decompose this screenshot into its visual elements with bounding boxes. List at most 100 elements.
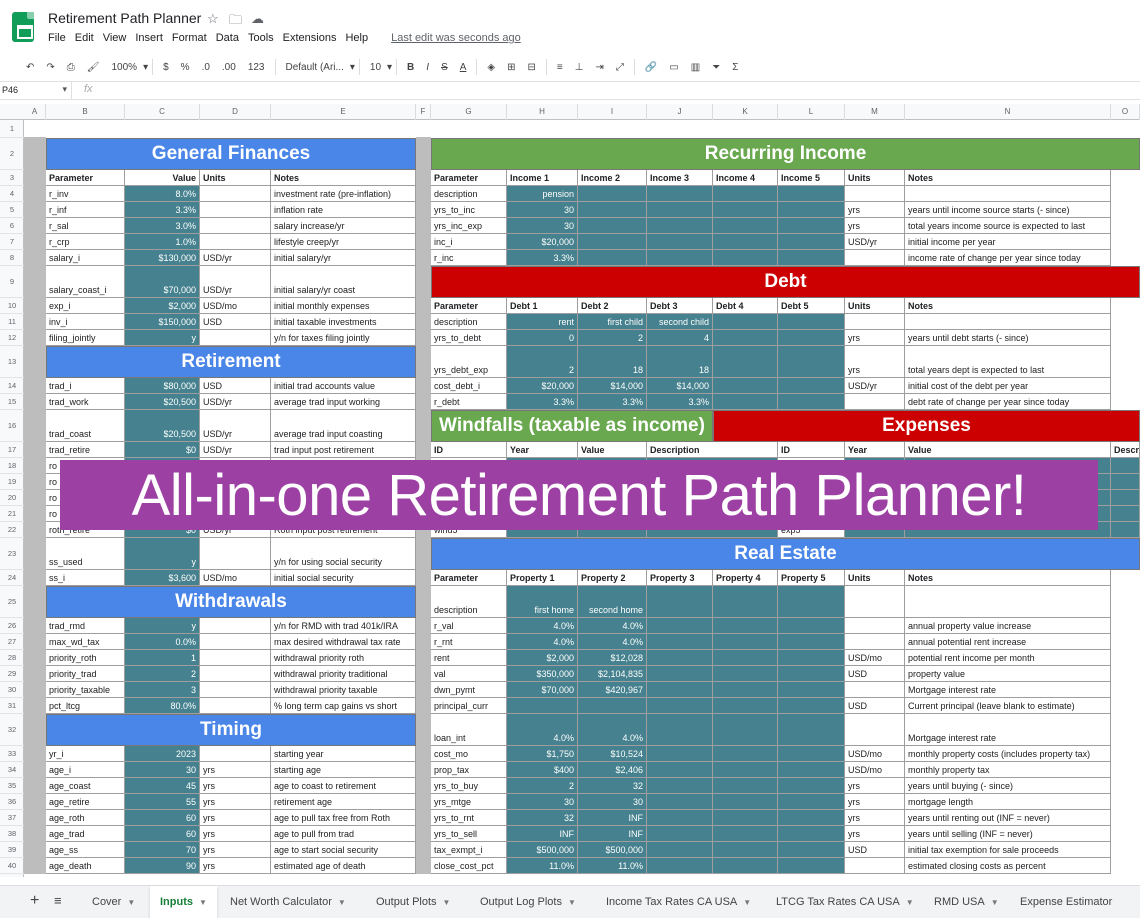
notes-cell[interactable]: age to pull from trad bbox=[271, 826, 416, 842]
value-cell[interactable]: $20,500 bbox=[125, 394, 200, 410]
value-cell[interactable]: 4.0% bbox=[507, 618, 578, 634]
notes-cell[interactable]: trad input post retirement bbox=[271, 442, 416, 458]
parameter-cell[interactable]: rent bbox=[431, 650, 507, 666]
notes-cell[interactable]: potential rent income per month bbox=[905, 650, 1111, 666]
value-cell[interactable] bbox=[778, 714, 845, 746]
notes-cell[interactable]: withdrawal priority traditional bbox=[271, 666, 416, 682]
table-header-cell[interactable]: Income 1 bbox=[507, 170, 578, 186]
merge-cells-icon[interactable]: ⊟ bbox=[522, 62, 542, 73]
notes-cell[interactable]: average trad input working bbox=[271, 394, 416, 410]
units-cell[interactable]: yrs bbox=[845, 346, 905, 378]
table-header-cell[interactable]: Debt 5 bbox=[778, 298, 845, 314]
value-cell[interactable] bbox=[647, 202, 713, 218]
units-cell[interactable]: USD/yr bbox=[200, 266, 271, 298]
notes-cell[interactable]: years until renting out (INF = never) bbox=[905, 810, 1111, 826]
table-header-cell[interactable]: Units bbox=[845, 570, 905, 586]
parameter-cell[interactable]: inv_i bbox=[46, 314, 125, 330]
row-header-16[interactable]: 16 bbox=[0, 410, 24, 442]
table-header-cell[interactable]: Value bbox=[578, 442, 647, 458]
parameter-cell[interactable]: trad_work bbox=[46, 394, 125, 410]
value-cell[interactable]: 55 bbox=[125, 794, 200, 810]
value-cell[interactable]: 18 bbox=[647, 346, 713, 378]
value-cell[interactable] bbox=[713, 682, 778, 698]
value-cell[interactable] bbox=[713, 650, 778, 666]
parameter-cell[interactable]: trad_rmd bbox=[46, 618, 125, 634]
menu-item-data[interactable]: Data bbox=[216, 32, 239, 44]
notes-cell[interactable]: estimated closing costs as percent bbox=[905, 858, 1111, 874]
table-header-cell[interactable]: Value bbox=[905, 442, 1111, 458]
table-header-cell[interactable]: Parameter bbox=[431, 170, 507, 186]
value-cell[interactable]: 45 bbox=[125, 778, 200, 794]
value-cell[interactable] bbox=[578, 250, 647, 266]
notes-cell[interactable]: annual property value increase bbox=[905, 618, 1111, 634]
menu-item-extensions[interactable]: Extensions bbox=[283, 32, 337, 44]
value-cell[interactable]: 3.0% bbox=[125, 218, 200, 234]
units-cell[interactable]: USD bbox=[200, 378, 271, 394]
value-cell[interactable] bbox=[647, 826, 713, 842]
value-cell[interactable]: $0 bbox=[125, 442, 200, 458]
value-cell[interactable]: 18 bbox=[578, 346, 647, 378]
row-header-33[interactable]: 33 bbox=[0, 746, 24, 762]
zoom-select[interactable]: 100% bbox=[105, 62, 143, 73]
parameter-cell[interactable]: principal_curr bbox=[431, 698, 507, 714]
value-cell[interactable] bbox=[778, 746, 845, 762]
value-cell[interactable]: 32 bbox=[507, 810, 578, 826]
units-cell[interactable] bbox=[845, 682, 905, 698]
units-cell[interactable]: yrs bbox=[845, 330, 905, 346]
sheet-tab-income-tax-rates-ca-usa[interactable]: Income Tax Rates CA USA ▼ bbox=[596, 886, 761, 918]
row-header-12[interactable]: 12 bbox=[0, 330, 24, 346]
value-cell[interactable] bbox=[713, 346, 778, 378]
table-header-cell[interactable]: Value bbox=[125, 170, 200, 186]
parameter-cell[interactable]: description bbox=[431, 186, 507, 202]
value-cell[interactable]: y bbox=[125, 330, 200, 346]
value-cell[interactable]: rent bbox=[507, 314, 578, 330]
strikethrough-button[interactable]: S bbox=[435, 62, 454, 73]
value-cell[interactable]: second child bbox=[647, 314, 713, 330]
borders-icon[interactable]: ⊞ bbox=[501, 62, 521, 73]
value-cell[interactable] bbox=[713, 202, 778, 218]
column-header-c[interactable]: C bbox=[125, 104, 200, 120]
table-header-cell[interactable]: Income 4 bbox=[713, 170, 778, 186]
table-header-cell[interactable]: Description bbox=[1111, 442, 1140, 458]
parameter-cell[interactable]: trad_i bbox=[46, 378, 125, 394]
row-header-18[interactable]: 18 bbox=[0, 458, 24, 474]
value-cell[interactable]: 2 bbox=[578, 330, 647, 346]
value-cell[interactable] bbox=[647, 186, 713, 202]
parameter-cell[interactable]: close_cost_pct bbox=[431, 858, 507, 874]
units-cell[interactable]: USD/yr bbox=[845, 234, 905, 250]
column-header-e[interactable]: E bbox=[271, 104, 416, 120]
units-cell[interactable] bbox=[200, 218, 271, 234]
notes-cell[interactable]: y/n for using social security bbox=[271, 538, 416, 570]
value-cell[interactable] bbox=[578, 698, 647, 714]
parameter-cell[interactable]: salary_coast_i bbox=[46, 266, 125, 298]
value-cell[interactable]: $20,000 bbox=[507, 234, 578, 250]
row-header-22[interactable]: 22 bbox=[0, 522, 24, 538]
value-cell[interactable] bbox=[778, 858, 845, 874]
value-cell[interactable] bbox=[713, 762, 778, 778]
notes-cell[interactable]: max desired withdrawal tax rate bbox=[271, 634, 416, 650]
parameter-cell[interactable]: age_roth bbox=[46, 810, 125, 826]
italic-button[interactable]: I bbox=[420, 62, 435, 73]
units-cell[interactable]: yrs bbox=[845, 218, 905, 234]
percent-format-button[interactable]: % bbox=[175, 62, 196, 73]
value-cell[interactable] bbox=[778, 810, 845, 826]
notes-cell[interactable]: debt rate of change per year since today bbox=[905, 394, 1111, 410]
value-cell[interactable]: 3.3% bbox=[578, 394, 647, 410]
insert-chart-icon[interactable]: ▥ bbox=[685, 62, 706, 73]
value-cell[interactable] bbox=[778, 650, 845, 666]
sheet-tab-inputs[interactable]: Inputs ▼ bbox=[150, 886, 217, 918]
row-header-25[interactable]: 25 bbox=[0, 586, 24, 618]
parameter-cell[interactable]: r_debt bbox=[431, 394, 507, 410]
value-cell[interactable] bbox=[778, 666, 845, 682]
row-header-34[interactable]: 34 bbox=[0, 762, 24, 778]
value-cell[interactable]: 30 bbox=[507, 794, 578, 810]
value-cell[interactable]: $70,000 bbox=[507, 682, 578, 698]
value-cell[interactable]: $10,524 bbox=[578, 746, 647, 762]
value-cell[interactable]: $3,600 bbox=[125, 570, 200, 586]
parameter-cell[interactable]: age_i bbox=[46, 762, 125, 778]
value-cell[interactable]: 4 bbox=[647, 330, 713, 346]
all-sheets-icon[interactable]: ≡ bbox=[48, 886, 68, 918]
value-cell[interactable]: $20,500 bbox=[125, 410, 200, 442]
value-cell[interactable] bbox=[778, 778, 845, 794]
value-cell[interactable] bbox=[713, 618, 778, 634]
